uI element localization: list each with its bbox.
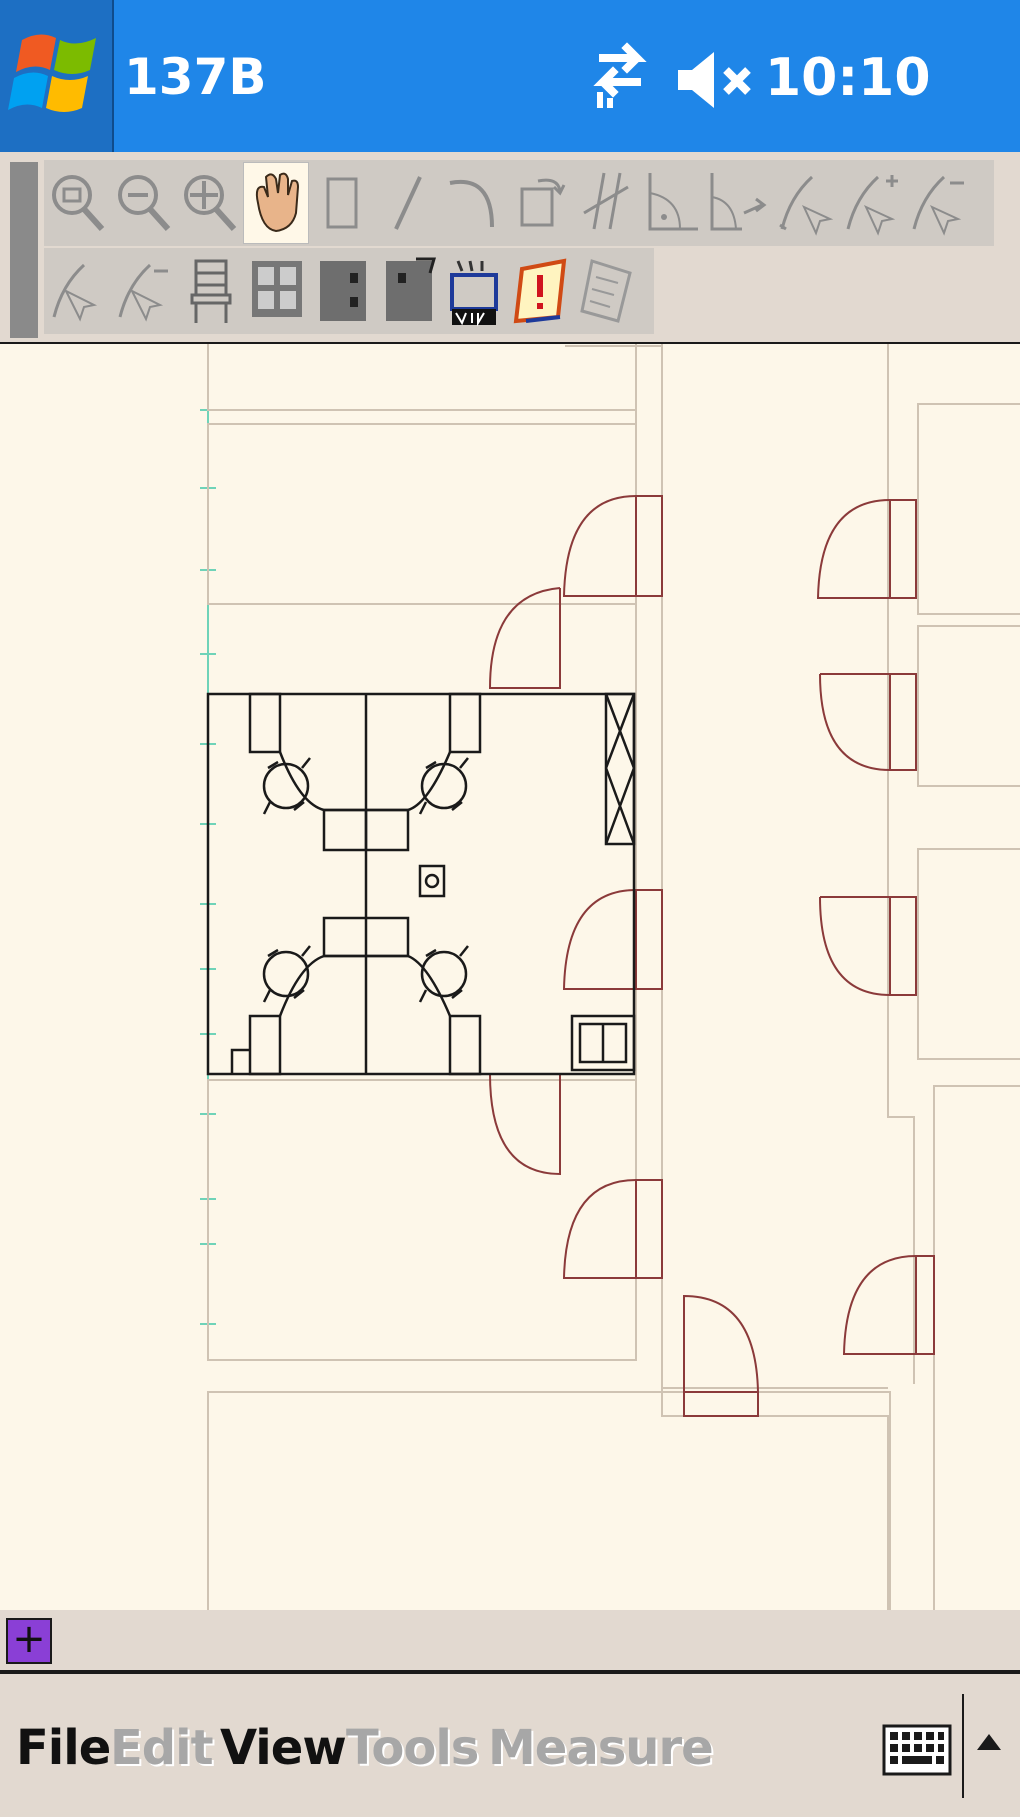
pan-hand-icon[interactable] [243,162,309,244]
markup-remove-icon[interactable] [112,251,176,331]
zoom-extents-icon[interactable] [178,163,242,243]
rectangle-icon[interactable] [310,163,374,243]
menu-divider [962,1694,964,1798]
measure-remove-icon[interactable] [904,163,968,243]
zoom-out-icon[interactable] [112,163,176,243]
measure-add-icon[interactable] [838,163,902,243]
start-button[interactable] [0,0,114,152]
walls [207,344,1020,1610]
zoom-window-icon[interactable] [46,163,110,243]
floor-plan[interactable] [0,344,1020,1610]
windows-flag-icon [8,34,96,112]
equipment-icon[interactable] [442,251,506,331]
cabinet-tag-icon[interactable] [376,251,440,331]
workstation-cluster[interactable] [206,692,636,1076]
clock[interactable]: 10:10 [765,48,931,108]
angle-arrow-icon[interactable] [706,163,770,243]
chair-icon[interactable] [178,251,242,331]
trim-icon[interactable] [574,163,638,243]
toolbar-row-1 [44,160,994,246]
add-button-label: + [12,1616,46,1662]
doors [488,495,935,1417]
markup-icon[interactable] [46,251,110,331]
toolbar-row-2 [44,248,654,334]
toolbar-grip[interactable] [10,162,38,338]
alert-tag-icon[interactable] [508,251,572,331]
drawing-toolbar [0,152,1020,345]
app-title: 137B [124,48,267,106]
furniture-icon[interactable] [244,251,308,331]
connectivity-icon[interactable] [585,42,655,114]
keyboard-icon[interactable] [882,1724,952,1776]
menu-view[interactable]: View [220,1720,347,1776]
volume-muted-icon[interactable] [674,48,758,112]
note-icon[interactable] [574,251,638,331]
angle-icon[interactable] [640,163,704,243]
arc-icon[interactable] [442,163,506,243]
rotate-icon[interactable] [508,163,572,243]
title-bar: 137B 10:10 [0,0,1020,152]
menu-bar: File Edit View Tools Measure [0,1670,1020,1817]
line-icon[interactable] [376,163,440,243]
cabinet-icon[interactable] [310,251,374,331]
menu-file[interactable]: File [16,1720,111,1776]
status-bar: + [0,1610,1020,1670]
add-button[interactable]: + [6,1616,52,1664]
drawing-canvas[interactable] [0,344,1020,1610]
menu-tools[interactable]: Tools [346,1720,479,1776]
input-panel-arrow-icon[interactable] [975,1730,1003,1754]
menu-measure[interactable]: Measure [488,1720,714,1776]
measure-icon[interactable] [772,163,836,243]
menu-edit[interactable]: Edit [110,1720,214,1776]
